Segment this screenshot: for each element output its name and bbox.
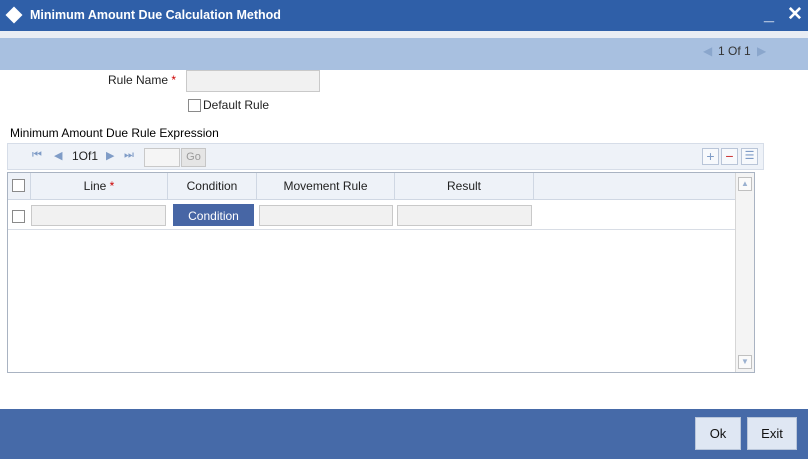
column-header-line: Line * xyxy=(31,173,168,200)
scroll-up-icon[interactable]: ▲ xyxy=(738,177,752,191)
default-rule-label: Default Rule xyxy=(203,98,270,112)
section-title: Minimum Amount Due Rule Expression xyxy=(10,126,219,140)
delete-row-icon[interactable]: − xyxy=(721,148,738,165)
column-header-condition: Condition xyxy=(168,173,257,200)
column-header-line-text: Line xyxy=(83,179,107,193)
first-page-icon[interactable]: ⏮ xyxy=(32,149,42,162)
scroll-down-icon[interactable]: ▼ xyxy=(738,355,752,369)
default-rule-checkbox[interactable] xyxy=(188,99,201,112)
rule-name-label: Rule Name * xyxy=(108,73,176,87)
ok-button[interactable]: Ok xyxy=(695,417,741,450)
required-mark: * xyxy=(109,179,115,193)
next-page-icon[interactable]: ▶ xyxy=(106,149,114,162)
title-bar: Minimum Amount Due Calculation Method _ … xyxy=(0,0,808,31)
record-pager-bar: ◀ 1 Of 1 ▶ xyxy=(0,38,808,70)
rule-expression-grid: Line * Condition Movement Rule Result Co… xyxy=(7,172,755,373)
top-band xyxy=(0,31,808,38)
last-page-icon[interactable]: ⏭ xyxy=(124,149,134,162)
footer-bar xyxy=(0,409,808,459)
row-select-checkbox[interactable] xyxy=(12,210,25,223)
grid-page-text: 1Of1 xyxy=(72,149,99,163)
close-icon[interactable]: ✕ xyxy=(787,3,803,26)
vertical-scrollbar[interactable]: ▲ ▼ xyxy=(735,173,754,372)
result-input[interactable] xyxy=(397,205,532,226)
go-button[interactable]: Go xyxy=(181,148,206,167)
required-mark: * xyxy=(171,73,177,87)
condition-button[interactable]: Condition xyxy=(173,204,254,226)
minimize-icon[interactable]: _ xyxy=(764,4,774,25)
exit-button[interactable]: Exit xyxy=(747,417,797,450)
column-header-movement-rule: Movement Rule xyxy=(257,173,395,200)
pager-prev-icon[interactable]: ◀ xyxy=(703,44,712,58)
row-divider xyxy=(8,229,735,230)
grid-toolbar: ⏮ ◀ 1Of1 ▶ ⏭ Go + − ☰ xyxy=(7,143,764,170)
prev-page-icon[interactable]: ◀ xyxy=(54,149,62,162)
rule-name-input[interactable] xyxy=(186,70,320,92)
pager-next-icon[interactable]: ▶ xyxy=(757,44,766,58)
page-number-input[interactable] xyxy=(144,148,180,167)
app-diamond-icon xyxy=(5,6,23,24)
add-row-icon[interactable]: + xyxy=(702,148,719,165)
pager-text: 1 Of 1 xyxy=(718,44,751,58)
line-input[interactable] xyxy=(31,205,166,226)
single-view-icon[interactable]: ☰ xyxy=(741,148,758,165)
movement-rule-input[interactable] xyxy=(259,205,393,226)
select-all-checkbox[interactable] xyxy=(12,179,25,192)
window-title: Minimum Amount Due Calculation Method xyxy=(30,8,281,22)
column-header-result: Result xyxy=(395,173,534,200)
select-all-cell xyxy=(8,173,31,200)
rule-name-label-text: Rule Name xyxy=(108,73,169,87)
grid-header: Line * Condition Movement Rule Result xyxy=(8,173,735,200)
